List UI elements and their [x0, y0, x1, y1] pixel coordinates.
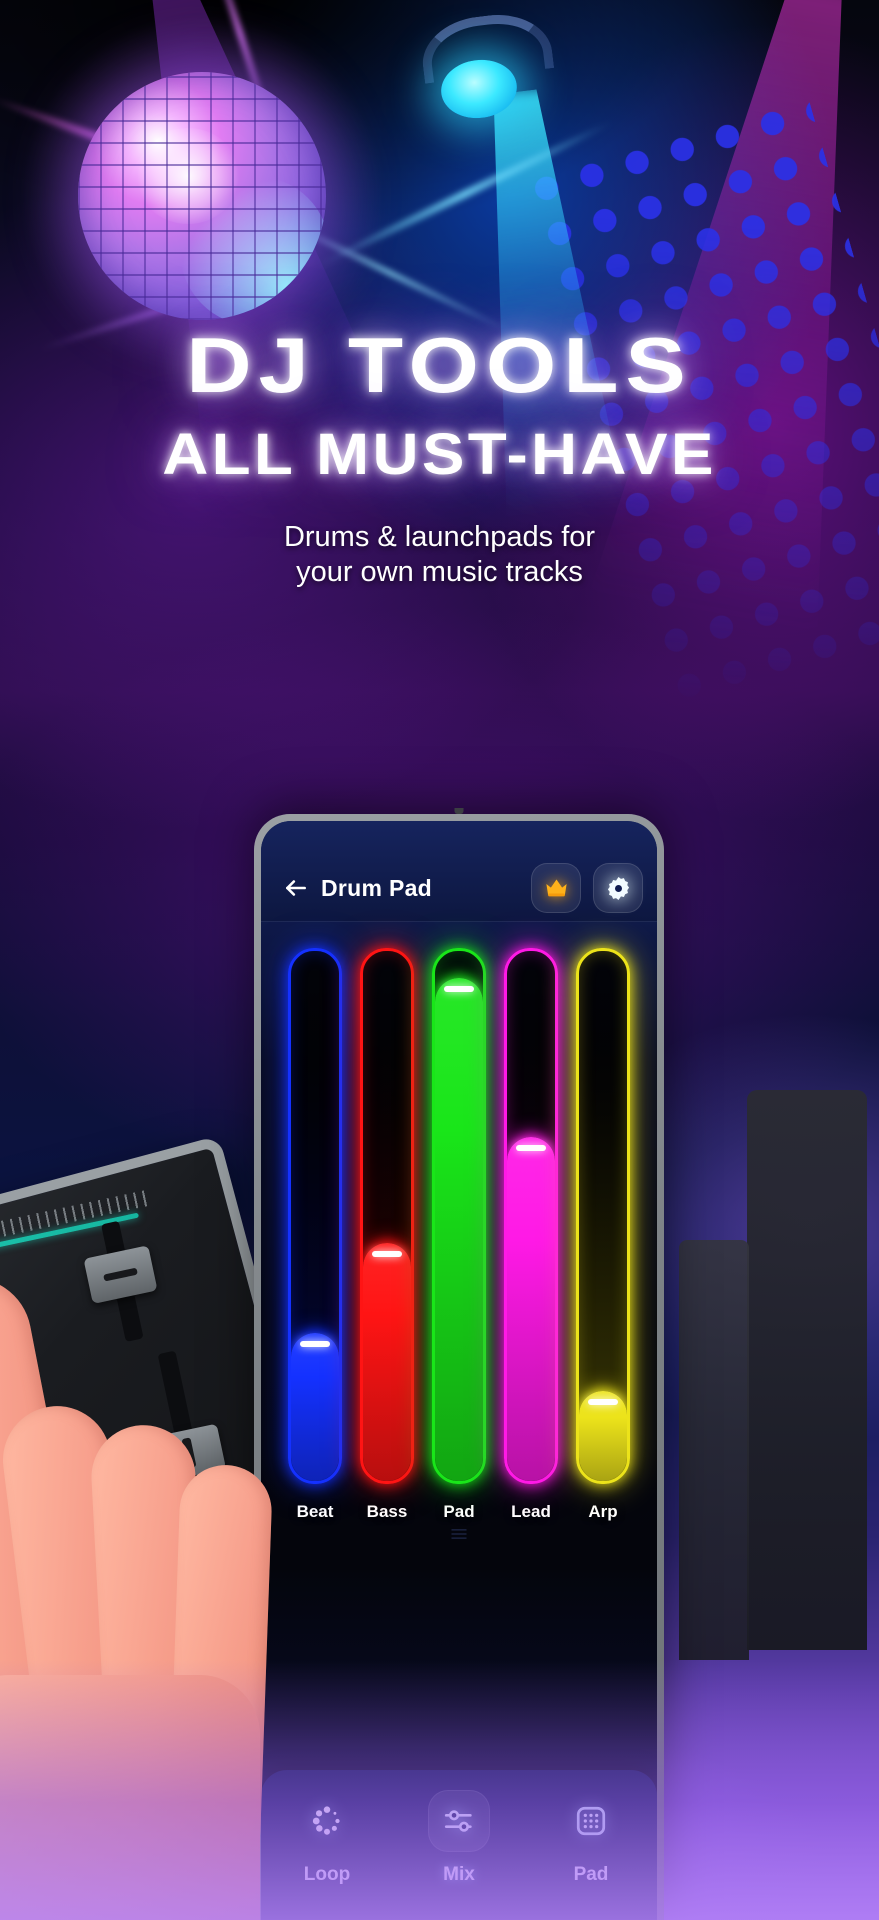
hero-subtitle-line1: Drums & launchpads for: [283, 521, 596, 553]
arrow-left-icon: [286, 880, 306, 896]
fader-track[interactable]: [576, 948, 630, 1484]
pad-grid-icon: [576, 1806, 606, 1836]
fader-label: Lead: [511, 1502, 551, 1521]
nav-label: Mix: [443, 1864, 475, 1885]
fader-arp: Arp: [576, 948, 630, 1522]
nav-label: Loop: [303, 1864, 351, 1885]
disco-ball-cyan-highlight: [180, 176, 326, 320]
fader-lead: Lead: [504, 948, 558, 1522]
fader-fill: [363, 1242, 411, 1481]
hero-copy: DJ TOOLS ALL MUST-HAVE Drums & launchpad…: [0, 326, 879, 591]
fader-fill: [435, 977, 483, 1481]
page-title: Drum Pad: [321, 874, 433, 901]
disco-ball-hotspot: [136, 128, 240, 224]
nav-icon-wrap: [560, 1790, 622, 1852]
back-button[interactable]: [275, 867, 317, 909]
fader-track[interactable]: [360, 948, 414, 1484]
disco-ball-sphere: [78, 72, 326, 320]
fader-cap[interactable]: [516, 1144, 546, 1151]
fader-track[interactable]: [504, 948, 558, 1484]
hero-subtitle: Drums & launchpads for your own music tr…: [0, 520, 879, 591]
bottom-nav: Loop Mix Pad: [261, 1770, 657, 1920]
hand-illustration: [0, 1267, 310, 1920]
fader-track[interactable]: [432, 948, 486, 1484]
fader-label: Arp: [588, 1502, 618, 1521]
hero-subtitle-line2: your own music tracks: [296, 556, 583, 589]
hero-title-line2: ALL MUST-HAVE: [162, 422, 717, 487]
header-actions: [531, 863, 643, 913]
stage-speaker-prop: [679, 1240, 749, 1660]
fader-label: Bass: [366, 1502, 408, 1521]
premium-button[interactable]: [531, 863, 581, 913]
disco-ball-icon: [20, 14, 384, 378]
stage-speaker-prop: [747, 1090, 867, 1650]
palm: [0, 1675, 260, 1920]
fader-cap[interactable]: [444, 985, 474, 992]
settings-button[interactable]: [593, 863, 643, 913]
fader-bass: Bass: [360, 948, 414, 1522]
mixer-sliders-icon: [444, 1810, 472, 1832]
phone-mockup: Drum Pad Beat Bass Pad Lead Arp Loop Mix…: [254, 808, 664, 1920]
fader-bank: Beat Bass Pad Lead Arp: [261, 922, 657, 1539]
app-header: Drum Pad: [261, 821, 657, 921]
gear-icon: [607, 876, 629, 900]
crown-icon: [545, 879, 567, 896]
nav-icon-wrap: [428, 1790, 490, 1852]
loop-dots-icon: [312, 1806, 340, 1835]
fader-cap[interactable]: [372, 1250, 402, 1257]
nav-label: Pad: [573, 1864, 609, 1885]
hero-title-line1: DJ TOOLS: [186, 321, 693, 409]
promo-screenshot: DJ TOOLS ALL MUST-HAVE Drums & launchpad…: [0, 0, 879, 1920]
nav-item-pad[interactable]: Pad: [536, 1790, 646, 1886]
fader-fill: [507, 1136, 555, 1481]
phone-speaker-slit: [454, 808, 464, 814]
fader-cap[interactable]: [588, 1398, 618, 1405]
fader-pad: Pad: [432, 948, 486, 1522]
phone-screen: Drum Pad Beat Bass Pad Lead Arp Loop Mix…: [261, 821, 657, 1920]
nav-item-mix[interactable]: Mix: [404, 1790, 514, 1886]
fader-label: Pad: [443, 1502, 475, 1521]
equalizer-icon: [451, 1529, 467, 1539]
